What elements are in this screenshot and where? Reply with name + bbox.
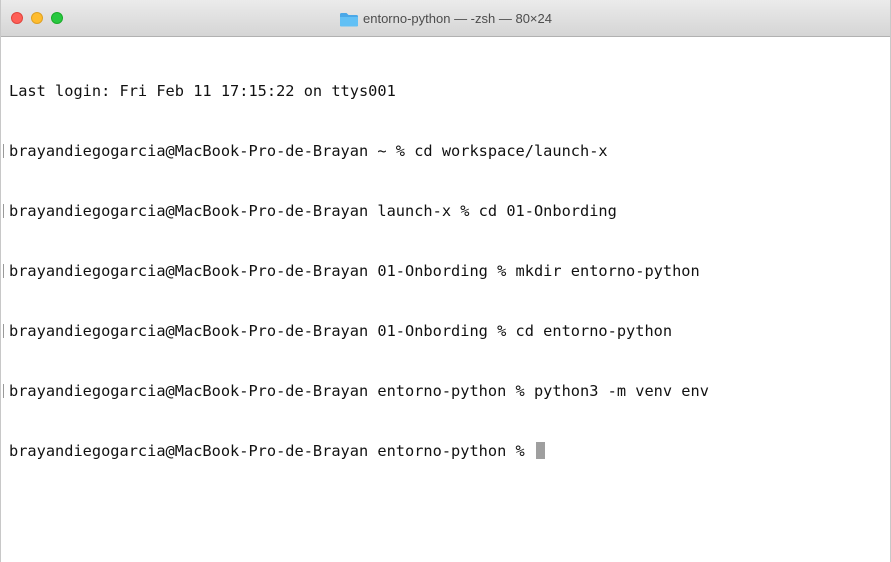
terminal-line: brayandiegogarcia@MacBook-Pro-de-Brayan …	[3, 261, 882, 281]
title-bar[interactable]: entorno-python — -zsh — 80×24	[1, 0, 890, 37]
window-title-text: entorno-python — -zsh — 80×24	[363, 11, 552, 26]
folder-icon	[340, 12, 358, 26]
command-mark	[3, 204, 4, 218]
terminal-line: brayandiegogarcia@MacBook-Pro-de-Brayan …	[3, 141, 882, 161]
window-title: entorno-python — -zsh — 80×24	[1, 0, 890, 37]
terminal-line-text: brayandiegogarcia@MacBook-Pro-de-Brayan …	[9, 202, 617, 220]
terminal-line-text: brayandiegogarcia@MacBook-Pro-de-Brayan …	[9, 142, 608, 160]
command-mark	[3, 324, 4, 338]
terminal-line-text: brayandiegogarcia@MacBook-Pro-de-Brayan …	[9, 322, 673, 340]
command-mark	[3, 384, 4, 398]
terminal-line: brayandiegogarcia@MacBook-Pro-de-Brayan …	[3, 201, 882, 221]
command-mark	[3, 144, 4, 158]
terminal-line-text: Last login: Fri Feb 11 17:15:22 on ttys0…	[9, 82, 396, 100]
terminal-window: entorno-python — -zsh — 80×24 Last login…	[0, 0, 891, 562]
terminal-line-text: brayandiegogarcia@MacBook-Pro-de-Brayan …	[9, 262, 700, 280]
terminal-prompt-text: brayandiegogarcia@MacBook-Pro-de-Brayan …	[9, 442, 534, 460]
terminal-line-text: brayandiegogarcia@MacBook-Pro-de-Brayan …	[9, 382, 709, 400]
terminal-line: brayandiegogarcia@MacBook-Pro-de-Brayan …	[3, 381, 882, 401]
terminal-line: brayandiegogarcia@MacBook-Pro-de-Brayan …	[3, 321, 882, 341]
terminal-output[interactable]: Last login: Fri Feb 11 17:15:22 on ttys0…	[3, 41, 882, 562]
command-mark	[3, 264, 4, 278]
text-cursor	[535, 442, 545, 459]
terminal-line: Last login: Fri Feb 11 17:15:22 on ttys0…	[9, 81, 882, 101]
terminal-prompt-line[interactable]: brayandiegogarcia@MacBook-Pro-de-Brayan …	[9, 441, 882, 461]
